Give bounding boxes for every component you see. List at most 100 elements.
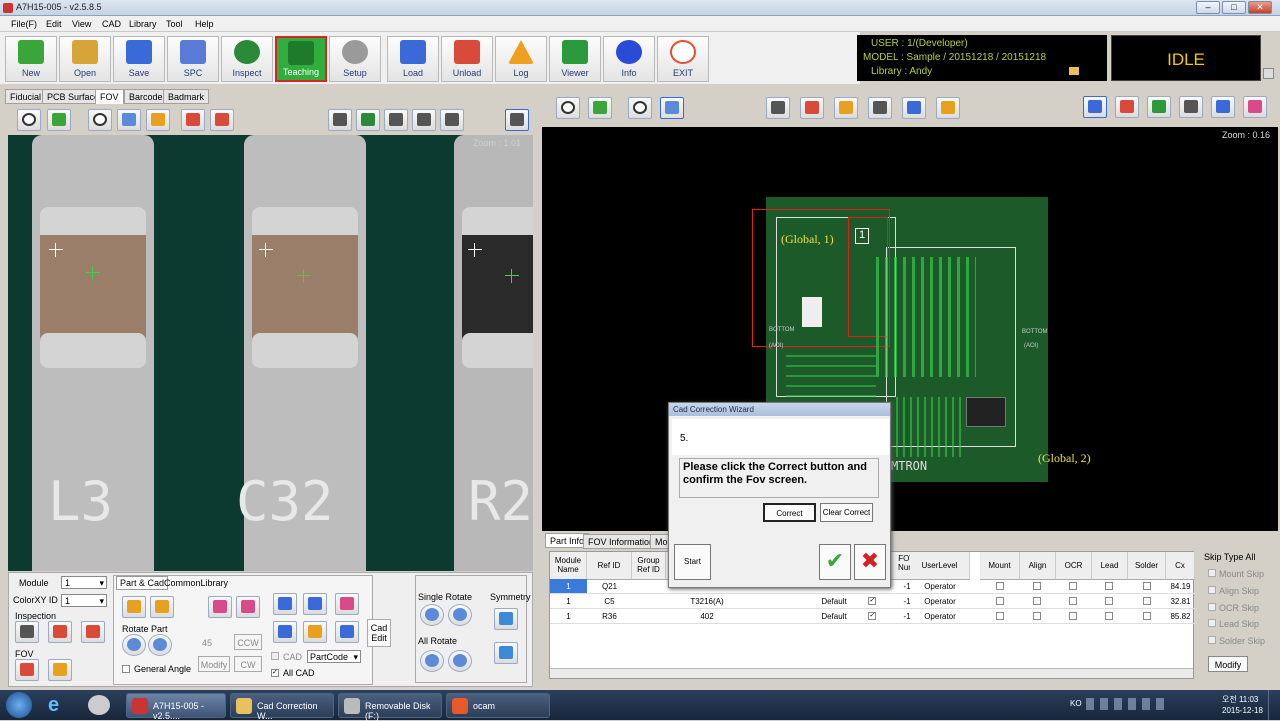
show-desktop-button[interactable] xyxy=(1268,690,1280,720)
menu-tool[interactable]: Tool xyxy=(166,19,183,29)
view-mdl-toggle[interactable] xyxy=(1083,96,1107,118)
symmetry-vertical-button[interactable] xyxy=(494,642,518,664)
clear-correct-button[interactable]: Clear Correct xyxy=(820,503,873,522)
general-angle-checkbox[interactable] xyxy=(122,665,130,673)
cad-checkbox[interactable] xyxy=(271,652,279,660)
cad-add-button[interactable] xyxy=(273,593,297,615)
single-rotate-minus90-button[interactable] xyxy=(420,604,444,626)
lead-skip-checkbox[interactable] xyxy=(1208,619,1216,627)
tab-badmark[interactable]: Badmark xyxy=(163,89,210,104)
main-mdl-edit-button[interactable] xyxy=(936,97,960,119)
cad-select-button[interactable] xyxy=(335,621,359,643)
rotate-minus90-button[interactable] xyxy=(122,634,146,656)
image-capture-button[interactable] xyxy=(117,109,141,131)
colorxy-select[interactable]: 1 ▾ xyxy=(61,594,107,607)
tab-barcode[interactable]: Barcode xyxy=(124,89,168,104)
tab-fov[interactable]: FOV xyxy=(95,89,124,104)
unload-button[interactable]: Unload xyxy=(441,36,493,82)
prt-button-2[interactable] xyxy=(356,109,380,131)
cad-delete-button[interactable] xyxy=(273,621,297,643)
tab-fiducial[interactable]: Fiducial xyxy=(5,89,47,104)
prt-button-3[interactable] xyxy=(384,109,408,131)
main-image-button[interactable] xyxy=(660,97,684,119)
tab-common-library[interactable]: CommonLibrary xyxy=(164,578,228,588)
rotate-plus90-button[interactable] xyxy=(148,634,172,656)
close-button[interactable]: ✕ xyxy=(1248,1,1272,14)
partcode-select[interactable]: PartCode ▾ xyxy=(307,650,361,663)
zoom-in-button[interactable] xyxy=(88,109,112,131)
main-cad-button[interactable] xyxy=(902,97,926,119)
new-button[interactable]: New xyxy=(5,36,57,82)
panel-toggle-icon[interactable] xyxy=(1263,68,1274,79)
horizontal-scrollbar[interactable] xyxy=(550,668,1193,678)
taskbar-item-wizard[interactable]: Cad Correction W... xyxy=(230,693,334,721)
menu-view[interactable]: View xyxy=(72,19,91,29)
prt-button-4[interactable] xyxy=(412,109,436,131)
teaching-button[interactable]: Teaching xyxy=(275,36,327,82)
cancel-button[interactable]: ✖ xyxy=(854,544,886,580)
menu-edit[interactable]: Edit xyxy=(46,19,62,29)
start-button[interactable]: Start xyxy=(674,544,711,580)
board-view[interactable]: Zoom : 0.16 (Global, 1) 1 BOTTOM (AOI) B… xyxy=(542,127,1278,531)
menu-file[interactable]: File(F) xyxy=(11,19,37,29)
info-button[interactable]: Info xyxy=(603,36,655,82)
module-select[interactable]: 1 ▾ xyxy=(61,576,107,589)
setup-button[interactable]: Setup xyxy=(329,36,381,82)
move-button[interactable] xyxy=(146,109,170,131)
view-cad-toggle[interactable] xyxy=(1211,96,1235,118)
view-prt-toggle[interactable] xyxy=(1179,96,1203,118)
tab-part-cad[interactable]: Part & Cad xyxy=(116,576,169,590)
prt-button-1[interactable] xyxy=(328,109,352,131)
menu-help[interactable]: Help xyxy=(195,19,214,29)
ocr-checkbox[interactable] xyxy=(1069,612,1077,620)
mount-checkbox[interactable] xyxy=(996,612,1004,620)
all-cad-checkbox[interactable]: ✓ xyxy=(271,669,279,677)
taskbar-item-app[interactable]: A7H15-005 - v2.5.... xyxy=(126,693,226,721)
inspection-prt-button[interactable] xyxy=(15,621,39,643)
view-fdl-toggle[interactable] xyxy=(1147,96,1171,118)
taskbar-item-disk[interactable]: Removable Disk (F:) xyxy=(338,693,442,721)
correct-button[interactable]: Correct xyxy=(763,503,816,522)
view-ox-toggle[interactable] xyxy=(1243,96,1267,118)
prt-button-5[interactable] xyxy=(440,109,464,131)
align-checkbox[interactable] xyxy=(1033,612,1041,620)
main-fov-button[interactable] xyxy=(800,97,824,119)
tray-icons[interactable] xyxy=(1086,698,1166,710)
zoom-fit-button[interactable] xyxy=(17,109,41,131)
lead-checkbox[interactable] xyxy=(1105,612,1113,620)
fov-prev-button[interactable] xyxy=(181,109,205,131)
mount-checkbox[interactable] xyxy=(996,582,1004,590)
taskbar-item-ocam[interactable]: ocam xyxy=(446,693,550,718)
cad-edit-button[interactable] xyxy=(303,593,327,615)
ocr-skip-checkbox[interactable] xyxy=(1208,603,1216,611)
prt-button-6[interactable] xyxy=(505,109,529,131)
menu-library[interactable]: Library xyxy=(129,19,157,29)
view-fov-toggle[interactable] xyxy=(1115,96,1139,118)
spc-button[interactable]: SPC xyxy=(167,36,219,82)
ocr-checkbox[interactable] xyxy=(1069,582,1077,590)
fov-image-view[interactable]: L3 C32 R2 Zoom : 1.01 xyxy=(8,135,533,571)
expand-button[interactable] xyxy=(47,109,71,131)
main-zoom-in-button[interactable] xyxy=(628,97,652,119)
cad-edit-text-button[interactable]: Cad Edit xyxy=(367,619,391,647)
single-rotate-plus90-button[interactable] xyxy=(448,604,472,626)
main-prt-button[interactable] xyxy=(766,97,790,119)
modify-angle-button[interactable]: Modify xyxy=(198,656,230,672)
folder-icon[interactable] xyxy=(1069,67,1079,75)
table-row[interactable]: 1 C5 T3216(A) Default ✓ -1 Operator 32.8… xyxy=(550,594,1195,609)
open-button[interactable]: Open xyxy=(59,36,111,82)
solder-checkbox[interactable] xyxy=(1143,582,1151,590)
menu-cad[interactable]: CAD xyxy=(102,19,121,29)
fov-arrange-button[interactable] xyxy=(48,659,72,681)
angle-input[interactable]: 45 xyxy=(200,636,224,650)
skip-modify-button[interactable]: Modify xyxy=(1208,656,1248,672)
enable-checkbox[interactable]: ✓ xyxy=(868,612,876,620)
part-prt-button[interactable] xyxy=(122,596,146,618)
language-indicator[interactable]: KO xyxy=(1070,699,1082,708)
inspection-fov-button[interactable] xyxy=(48,621,72,643)
lead-checkbox[interactable] xyxy=(1105,597,1113,605)
align-checkbox[interactable] xyxy=(1033,597,1041,605)
main-mdl-button[interactable] xyxy=(834,97,858,119)
load-button[interactable]: Load xyxy=(387,36,439,82)
confirm-button[interactable]: ✔ xyxy=(819,544,851,580)
